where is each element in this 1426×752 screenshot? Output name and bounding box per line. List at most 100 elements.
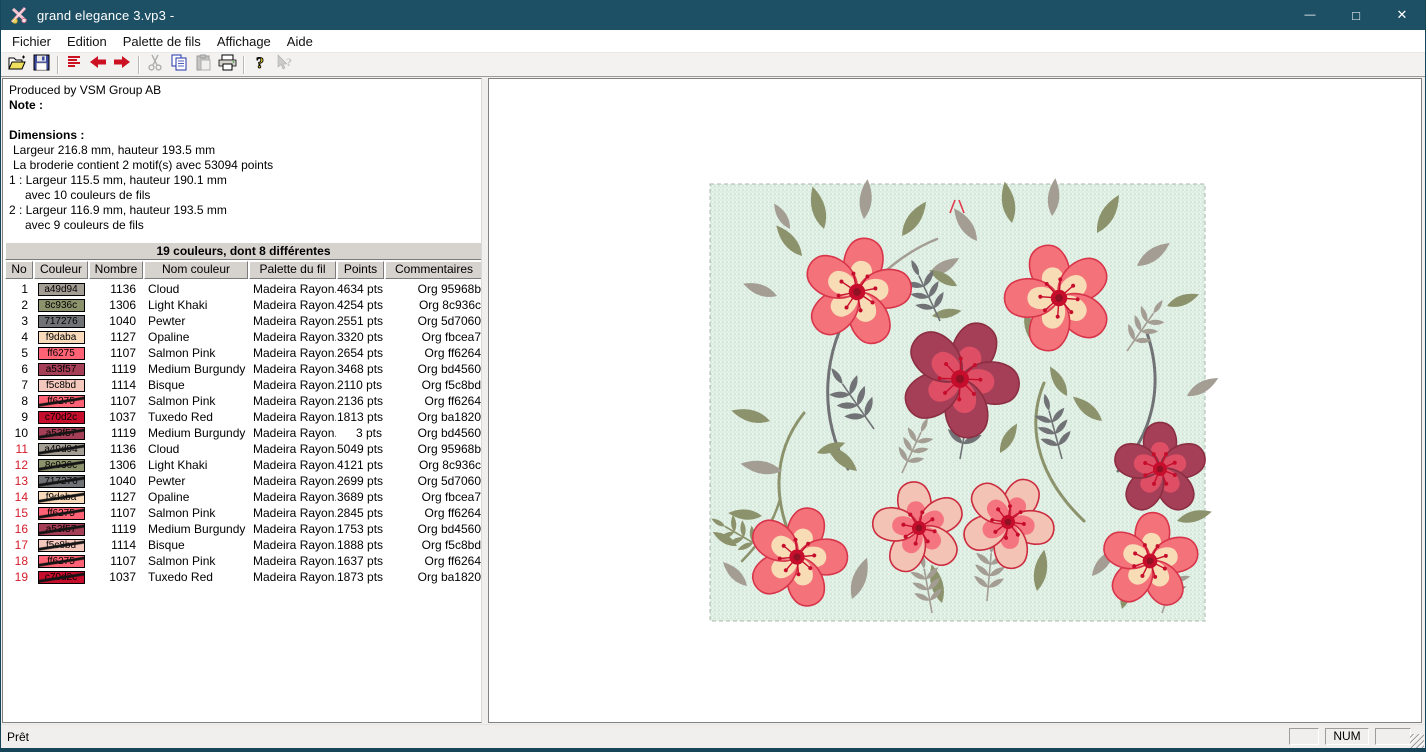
color-swatch[interactable]: a53f57 xyxy=(38,363,85,376)
menu-fichier[interactable]: Fichier xyxy=(4,32,59,51)
color-swatch[interactable]: ff6275 xyxy=(38,395,85,408)
color-swatch[interactable]: f5c8bd xyxy=(38,539,85,552)
paste-button xyxy=(191,54,215,76)
thread-palette: Madeira Rayon... xyxy=(249,313,336,329)
color-swatch[interactable]: 717276 xyxy=(38,475,85,488)
color-swatch[interactable]: a53f57 xyxy=(38,523,85,536)
thread-row[interactable]: 10a53f571119Medium BurgundyMadeira Rayon… xyxy=(5,425,482,441)
menu-palette-de-fils[interactable]: Palette de fils xyxy=(115,32,209,51)
embroidery-design-canvas[interactable] xyxy=(489,79,1421,722)
titlebar[interactable]: grand elegance 3.vp3 - —□✕ xyxy=(1,0,1425,30)
color-swatch[interactable]: 8c936c xyxy=(38,299,85,312)
thread-color-name: Salmon Pink xyxy=(144,345,248,361)
thread-points: 4634 pts xyxy=(337,281,384,297)
window-frame-bottom xyxy=(1,748,1425,752)
print-icon xyxy=(218,54,237,76)
thread-row[interactable]: 1a49d941136CloudMadeira Rayon...4634 pts… xyxy=(5,281,482,297)
info-line: La broderie contient 2 motif(s) avec 530… xyxy=(3,158,481,173)
window-title: grand elegance 3.vp3 - xyxy=(37,8,174,23)
color-swatch[interactable]: ff6275 xyxy=(38,555,85,568)
column-header-palette-du-fil[interactable]: Palette du fil xyxy=(249,261,336,279)
thread-color-name: Light Khaki xyxy=(144,457,248,473)
color-swatch[interactable]: ff6275 xyxy=(38,347,85,360)
color-swatch-cell: c70d2c xyxy=(34,411,88,424)
thread-row[interactable]: 18ff62751107Salmon PinkMadeira Rayon...1… xyxy=(5,553,482,569)
thread-points: 1813 pts xyxy=(337,409,384,425)
color-swatch[interactable]: f5c8bd xyxy=(38,379,85,392)
maximize-button[interactable]: □ xyxy=(1333,0,1379,30)
save-button[interactable] xyxy=(29,54,53,76)
thread-row[interactable]: 6a53f571119Medium BurgundyMadeira Rayon.… xyxy=(5,361,482,377)
info-line: 1 : Largeur 115.5 mm, hauteur 190.1 mm xyxy=(3,173,481,188)
thread-row[interactable]: 128c936c1306Light KhakiMadeira Rayon...4… xyxy=(5,457,482,473)
menu-aide[interactable]: Aide xyxy=(279,32,321,51)
embroidery-preview-panel[interactable] xyxy=(488,78,1422,723)
thread-palette: Madeira Rayon... xyxy=(249,409,336,425)
column-header-nom-couleur[interactable]: Nom couleur xyxy=(144,261,248,279)
help-button[interactable]: ? xyxy=(248,54,272,76)
minimize-button[interactable]: — xyxy=(1287,0,1333,30)
thread-row[interactable]: 14f9daba1127OpalineMadeira Rayon...3689 … xyxy=(5,489,482,505)
thread-number: 19 xyxy=(5,569,33,585)
thread-comment: Org f5c8bd xyxy=(385,537,482,553)
status-pane-cap xyxy=(1289,728,1319,745)
thread-row[interactable]: 9c70d2c1037Tuxedo RedMadeira Rayon...181… xyxy=(5,409,482,425)
color-swatch[interactable]: f9daba xyxy=(38,331,85,344)
thread-count: 1037 xyxy=(89,409,143,425)
menu-edition[interactable]: Edition xyxy=(59,32,115,51)
color-swatch-cell: a49d94 xyxy=(34,443,88,456)
thread-row[interactable]: 137172761040PewterMadeira Rayon...2699 p… xyxy=(5,473,482,489)
menu-affichage[interactable]: Affichage xyxy=(209,32,279,51)
thread-row[interactable]: 7f5c8bd1114BisqueMadeira Rayon...2110 pt… xyxy=(5,377,482,393)
thread-count: 1037 xyxy=(89,569,143,585)
thread-color-name: Medium Burgundy xyxy=(144,521,248,537)
copy-button[interactable] xyxy=(167,54,191,76)
thread-row[interactable]: 5ff62751107Salmon PinkMadeira Rayon...26… xyxy=(5,345,482,361)
resize-grip[interactable] xyxy=(1410,734,1424,748)
thread-row[interactable]: 17f5c8bd1114BisqueMadeira Rayon...1888 p… xyxy=(5,537,482,553)
color-swatch[interactable]: f9daba xyxy=(38,491,85,504)
column-header-no[interactable]: No xyxy=(5,261,33,279)
thread-row[interactable]: 15ff62751107Salmon PinkMadeira Rayon...2… xyxy=(5,505,482,521)
color-swatch-cell: f9daba xyxy=(34,491,88,504)
thread-number: 4 xyxy=(5,329,33,345)
column-header-couleur[interactable]: Couleur xyxy=(34,261,88,279)
thread-row[interactable]: 37172761040PewterMadeira Rayon...2551 pt… xyxy=(5,313,482,329)
column-header-commentaires[interactable]: Commentaires xyxy=(385,261,482,279)
thread-row[interactable]: 28c936c1306Light KhakiMadeira Rayon...42… xyxy=(5,297,482,313)
thread-row[interactable]: 8ff62751107Salmon PinkMadeira Rayon...21… xyxy=(5,393,482,409)
print-button[interactable] xyxy=(215,54,239,76)
color-swatch[interactable]: a53f57 xyxy=(38,427,85,440)
color-swatch[interactable]: c70d2c xyxy=(38,411,85,424)
color-swatch-cell: ff6275 xyxy=(34,507,88,520)
color-swatch[interactable]: c70d2c xyxy=(38,571,85,584)
column-header-nombre[interactable]: Nombre xyxy=(89,261,143,279)
close-button[interactable]: ✕ xyxy=(1379,0,1425,30)
previous-color-icon xyxy=(89,55,107,74)
thread-color-name: Pewter xyxy=(144,473,248,489)
color-swatch[interactable]: 717276 xyxy=(38,315,85,328)
thread-palette: Madeira Rayon... xyxy=(249,521,336,537)
thread-row[interactable]: 4f9daba1127OpalineMadeira Rayon...3320 p… xyxy=(5,329,482,345)
info-line: avec 9 couleurs de fils xyxy=(3,218,481,233)
open-button[interactable] xyxy=(5,54,29,76)
thread-comment: Org 8c936c xyxy=(385,457,482,473)
cut-icon xyxy=(147,54,163,76)
thread-count: 1306 xyxy=(89,297,143,313)
thread-number: 3 xyxy=(5,313,33,329)
thread-row[interactable]: 16a53f571119Medium BurgundyMadeira Rayon… xyxy=(5,521,482,537)
column-header-points[interactable]: Points xyxy=(337,261,384,279)
thread-row[interactable]: 19c70d2c1037Tuxedo RedMadeira Rayon...18… xyxy=(5,569,482,585)
color-swatch[interactable]: 8c936c xyxy=(38,459,85,472)
color-swatch[interactable]: a49d94 xyxy=(38,283,85,296)
next-color-button[interactable] xyxy=(110,54,134,76)
svg-text:?: ? xyxy=(286,55,292,69)
thread-number: 12 xyxy=(5,457,33,473)
stitch-list-button[interactable] xyxy=(62,54,86,76)
color-swatch[interactable]: a49d94 xyxy=(38,443,85,456)
color-swatch[interactable]: ff6275 xyxy=(38,507,85,520)
previous-color-button[interactable] xyxy=(86,54,110,76)
thread-palette: Madeira Rayon... xyxy=(249,457,336,473)
thread-row[interactable]: 11a49d941136CloudMadeira Rayon...5049 pt… xyxy=(5,441,482,457)
thread-palette: Madeira Rayon... xyxy=(249,425,336,441)
